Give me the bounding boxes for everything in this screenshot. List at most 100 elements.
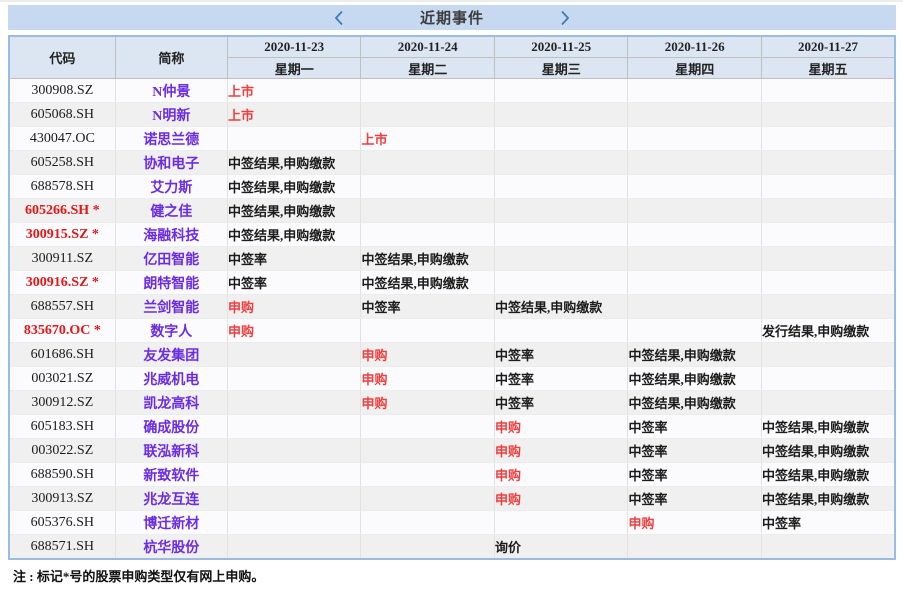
- event-cell: 上市: [227, 79, 361, 103]
- empty-cell: [227, 391, 361, 415]
- column-header-weekday: 星期二: [361, 58, 495, 79]
- table-row: 605258.SH协和电子中签结果,申购缴款: [9, 151, 895, 175]
- stock-name-link[interactable]: 兆威机电: [115, 367, 227, 391]
- empty-cell: [761, 79, 895, 103]
- stock-code: 605258.SH: [9, 151, 115, 175]
- stock-name-link[interactable]: N明新: [115, 103, 227, 127]
- stock-code: 688557.SH: [9, 295, 115, 319]
- empty-cell: [361, 535, 495, 560]
- event-cell: 申购: [361, 367, 495, 391]
- empty-cell: [494, 151, 628, 175]
- table-row: 605068.SHN明新上市: [9, 103, 895, 127]
- event-cell: 中签结果,申购缴款: [227, 199, 361, 223]
- table-row: 300916.SZ *朗特智能中签率中签结果,申购缴款: [9, 271, 895, 295]
- stock-code: 430047.OC: [9, 127, 115, 151]
- event-cell: 中签率: [494, 391, 628, 415]
- empty-cell: [227, 439, 361, 463]
- empty-cell: [761, 367, 895, 391]
- prev-period-button[interactable]: [328, 5, 350, 30]
- stock-name-link[interactable]: 朗特智能: [115, 271, 227, 295]
- stock-name-link[interactable]: N仲景: [115, 79, 227, 103]
- empty-cell: [494, 175, 628, 199]
- event-cell: 中签结果,申购缴款: [227, 223, 361, 247]
- column-header-weekday: 星期一: [227, 58, 361, 79]
- event-cell: 申购: [494, 439, 628, 463]
- event-cell: 发行结果,申购缴款: [761, 319, 895, 343]
- stock-code: 003021.SZ: [9, 367, 115, 391]
- empty-cell: [628, 199, 762, 223]
- empty-cell: [361, 487, 495, 511]
- stock-code: 300916.SZ *: [9, 271, 115, 295]
- stock-name-link[interactable]: 数字人: [115, 319, 227, 343]
- empty-cell: [361, 103, 495, 127]
- event-cell: 中签率: [628, 487, 762, 511]
- column-header-weekday: 星期三: [494, 58, 628, 79]
- table-row: 605183.SH确成股份申购中签率中签结果,申购缴款: [9, 415, 895, 439]
- event-cell: 申购: [494, 487, 628, 511]
- table-row: 601686.SH友发集团申购中签率中签结果,申购缴款: [9, 343, 895, 367]
- empty-cell: [494, 247, 628, 271]
- table-row: 300911.SZ亿田智能中签率中签结果,申购缴款: [9, 247, 895, 271]
- chevron-left-icon: [334, 10, 344, 26]
- column-header-weekday: 星期五: [761, 58, 895, 79]
- stock-name-link[interactable]: 艾力斯: [115, 175, 227, 199]
- stock-code: 688571.SH: [9, 535, 115, 560]
- stock-name-link[interactable]: 联泓新科: [115, 439, 227, 463]
- empty-cell: [494, 223, 628, 247]
- event-cell: 询价: [494, 535, 628, 560]
- empty-cell: [361, 151, 495, 175]
- empty-cell: [628, 319, 762, 343]
- stock-name-link[interactable]: 博迁新材: [115, 511, 227, 535]
- event-cell: 上市: [361, 127, 495, 151]
- event-cell: 中签结果,申购缴款: [761, 487, 895, 511]
- table-row: 430047.OC诺思兰德 上市: [9, 127, 895, 151]
- stock-name-link[interactable]: 新致软件: [115, 463, 227, 487]
- stock-code: 300911.SZ: [9, 247, 115, 271]
- stock-name-link[interactable]: 海融科技: [115, 223, 227, 247]
- next-period-button[interactable]: [554, 5, 576, 30]
- stock-name-link[interactable]: 兰剑智能: [115, 295, 227, 319]
- empty-cell: [761, 151, 895, 175]
- stock-name-link[interactable]: 协和电子: [115, 151, 227, 175]
- column-header-date: 2020-11-23: [227, 36, 361, 58]
- event-cell: 申购: [227, 295, 361, 319]
- stock-code: 605068.SH: [9, 103, 115, 127]
- empty-cell: [628, 103, 762, 127]
- empty-cell: [227, 343, 361, 367]
- table-row: 003021.SZ兆威机电申购中签率中签结果,申购缴款: [9, 367, 895, 391]
- stock-name-link[interactable]: 友发集团: [115, 343, 227, 367]
- recent-events-panel: 近期事件 代码 简称 2020-11-23 2020-11-24 2020-11…: [0, 2, 903, 585]
- stock-name-link[interactable]: 凯龙高科: [115, 391, 227, 415]
- stock-name-link[interactable]: 杭华股份: [115, 535, 227, 560]
- panel-title: 近期事件: [420, 7, 484, 28]
- event-cell: 申购: [361, 391, 495, 415]
- stock-name-link[interactable]: 兆龙互连: [115, 487, 227, 511]
- stock-name-link[interactable]: 确成股份: [115, 415, 227, 439]
- event-cell: 中签率: [361, 295, 495, 319]
- empty-cell: [761, 535, 895, 560]
- table-row: 688571.SH杭华股份 询价: [9, 535, 895, 560]
- event-cell: 中签率: [494, 367, 628, 391]
- footnote: 注 : 标记*号的股票申购类型仅有网上申购。: [13, 566, 896, 585]
- stock-name-link[interactable]: 健之佳: [115, 199, 227, 223]
- column-header-date: 2020-11-26: [628, 36, 762, 58]
- empty-cell: [628, 271, 762, 295]
- column-header-date: 2020-11-25: [494, 36, 628, 58]
- event-cell: 中签结果,申购缴款: [628, 343, 762, 367]
- event-cell: 中签率: [227, 271, 361, 295]
- stock-name-link[interactable]: 诺思兰德: [115, 127, 227, 151]
- stock-code: 605183.SH: [9, 415, 115, 439]
- empty-cell: [494, 319, 628, 343]
- empty-cell: [227, 487, 361, 511]
- empty-cell: [761, 223, 895, 247]
- empty-cell: [361, 463, 495, 487]
- event-cell: 中签率: [227, 247, 361, 271]
- column-header-code: 代码: [9, 36, 115, 79]
- stock-code: 003022.SZ: [9, 439, 115, 463]
- table-row: 605266.SH *健之佳中签结果,申购缴款: [9, 199, 895, 223]
- empty-cell: [628, 175, 762, 199]
- table-row: 688578.SH艾力斯中签结果,申购缴款: [9, 175, 895, 199]
- event-cell: 中签结果,申购缴款: [227, 151, 361, 175]
- stock-code: 835670.OC *: [9, 319, 115, 343]
- stock-name-link[interactable]: 亿田智能: [115, 247, 227, 271]
